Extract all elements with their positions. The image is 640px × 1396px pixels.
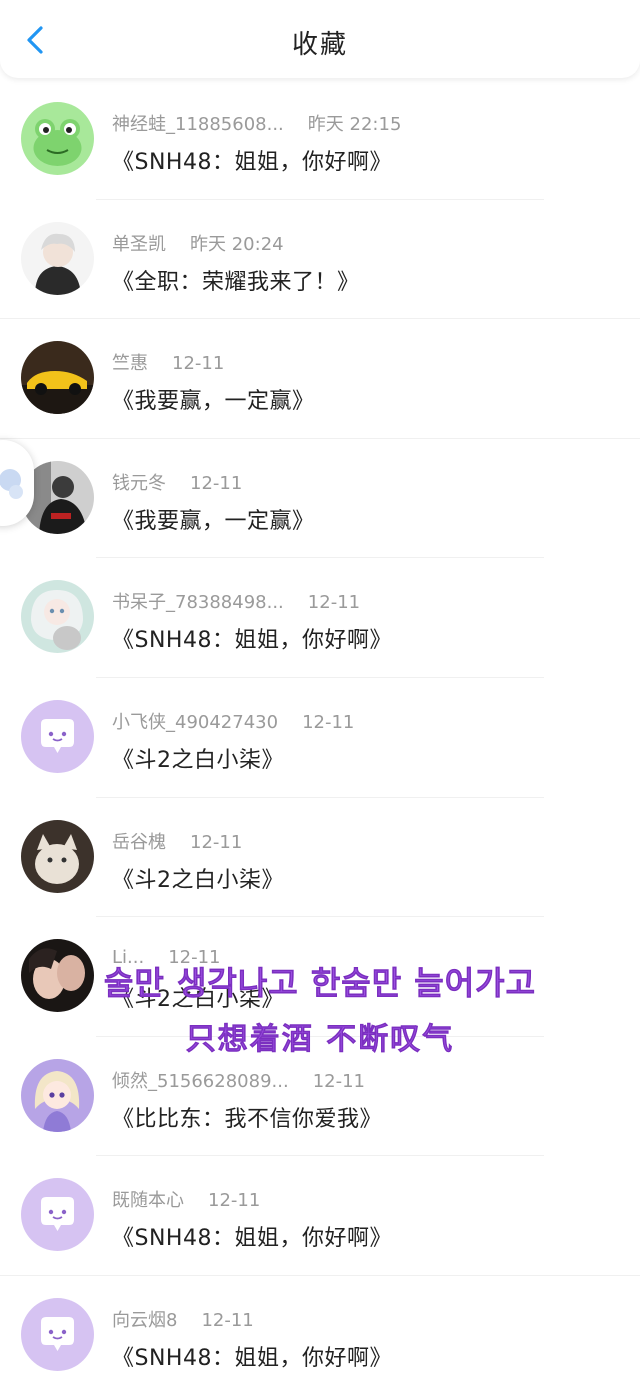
timestamp: 昨天 20:24 xyxy=(190,233,284,255)
timestamp: 12-11 xyxy=(302,711,355,733)
list-item[interactable]: 单圣凯 昨天 20:24 《全职：荣耀我来了！》 xyxy=(0,200,640,320)
work-title: 《SNH48：姐姐，你好啊》 xyxy=(112,1345,392,1371)
list-item[interactable]: 竺惠 12-11 《我要赢，一定赢》 xyxy=(0,319,640,439)
work-title: 《SNH48：姐姐，你好啊》 xyxy=(112,150,392,175)
list-item[interactable]: 岳谷槐 12-11 《斗2之白小柒》 xyxy=(0,798,640,918)
default-chat-avatar xyxy=(21,1297,94,1371)
work-title: 《我要赢，一定赢》 xyxy=(112,389,315,415)
top-bar: 收藏 xyxy=(0,0,640,78)
timestamp: 昨天 22:15 xyxy=(307,114,402,135)
username: 岳谷槐 xyxy=(112,831,166,853)
cartoon-girl-avatar xyxy=(21,1058,94,1132)
list-item[interactable]: 既随本心 12-11 《SNH48：姐姐，你好啊》 xyxy=(0,1156,640,1276)
default-chat-avatar xyxy=(21,1178,94,1252)
work-title: 《比比东：我不信你爱我》 xyxy=(112,1106,383,1132)
list-item[interactable]: 向云烟8 12-11 《SNH48：姐姐，你好啊》 xyxy=(0,1276,640,1396)
work-title: 《斗2之白小柒》 xyxy=(112,867,284,893)
list-item[interactable]: 钱元冬 12-11 《我要赢，一定赢》 xyxy=(0,439,640,559)
kitten-avatar xyxy=(21,819,94,893)
timestamp: 12-11 xyxy=(201,1309,254,1331)
list-item[interactable]: 神经蛙_11885608... 昨天 22:15 《SNH48：姐姐，你好啊》 xyxy=(0,80,640,200)
work-title: 《全职：荣耀我来了！》 xyxy=(112,269,360,295)
favorites-list: 神经蛙_11885608... 昨天 22:15 《SNH48：姐姐，你好啊》 单… xyxy=(0,80,640,1396)
username: 书呆子_78388498... xyxy=(112,592,284,614)
username: 小飞侠_490427430 xyxy=(112,711,279,733)
username: 神经蛙_11885608... xyxy=(112,114,284,135)
username: 向云烟8 xyxy=(112,1309,178,1331)
doll-with-cat-avatar xyxy=(21,580,94,654)
username: 钱元冬 xyxy=(112,472,166,494)
video-subtitle-line1: 술만 생각나고 한숨만 늘어가고 xyxy=(103,964,537,1003)
work-title: 《SNH48：姐姐，你好啊》 xyxy=(112,628,392,654)
timestamp: 12-11 xyxy=(190,831,243,853)
video-subtitle-line2: 只想着酒 不断叹气 xyxy=(185,1022,455,1058)
username: 竺惠 xyxy=(112,353,148,375)
floating-assistant-icon xyxy=(0,469,23,499)
timestamp: 12-11 xyxy=(172,353,225,375)
timestamp: 12-11 xyxy=(307,592,361,614)
frog-avatar xyxy=(21,102,94,175)
work-title: 《SNH48：姐姐，你好啊》 xyxy=(112,1226,392,1252)
timestamp: 12-11 xyxy=(190,472,243,494)
list-item[interactable]: 书呆子_78388498... 12-11 《SNH48：姐姐，你好啊》 xyxy=(0,558,640,678)
work-title: 《我要赢，一定赢》 xyxy=(112,508,315,534)
anime-boy-avatar xyxy=(21,221,94,295)
username: 单圣凯 xyxy=(112,233,166,255)
timestamp: 12-11 xyxy=(208,1190,261,1212)
default-chat-avatar xyxy=(21,699,94,773)
work-title: 《斗2之白小柒》 xyxy=(112,747,284,773)
page-title: 收藏 xyxy=(291,30,348,60)
username: 倾然_5156628089... xyxy=(112,1070,289,1092)
sports-car-avatar xyxy=(21,341,94,415)
timestamp: 12-11 xyxy=(312,1070,365,1092)
username: 既随本心 xyxy=(112,1190,184,1212)
floating-assistant-button[interactable] xyxy=(0,440,34,526)
list-item[interactable]: 小飞侠_490427430 12-11 《斗2之白小柒》 xyxy=(0,678,640,798)
